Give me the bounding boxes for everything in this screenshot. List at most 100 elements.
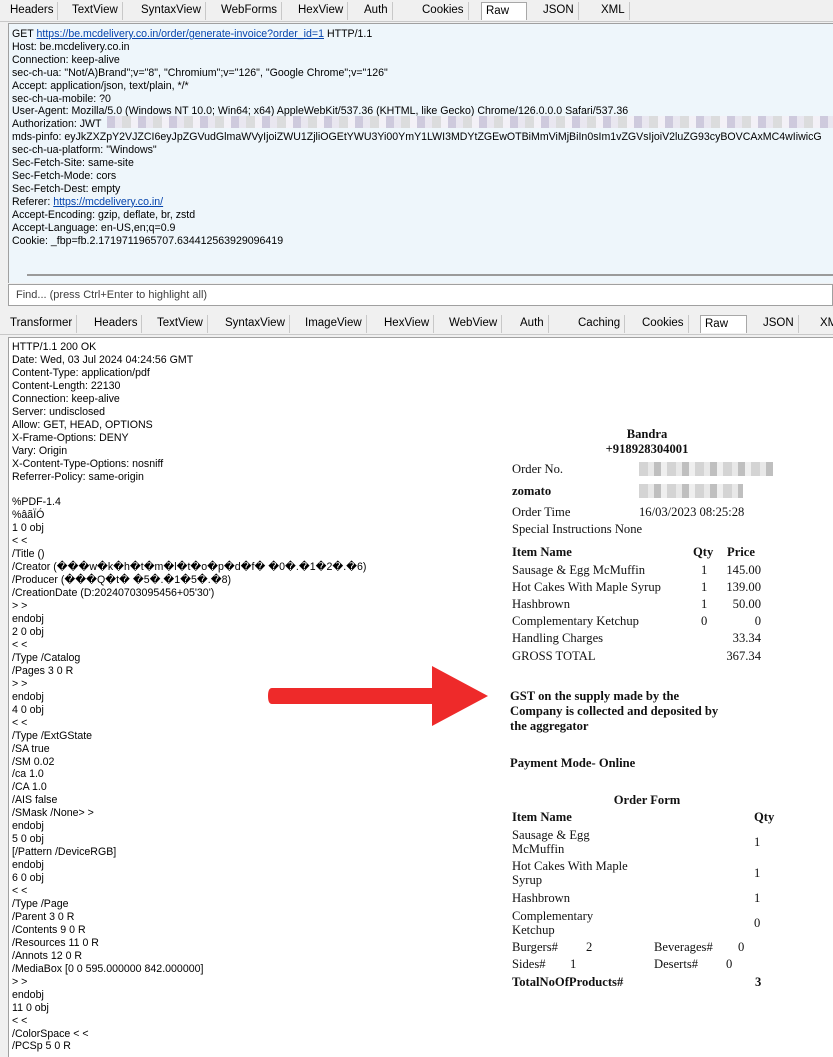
resp-tab-caching[interactable]: Caching	[574, 315, 626, 333]
response-line: /SM 0.02	[12, 755, 55, 768]
request-header-line: Accept-Encoding: gzip, deflate, br, zstd	[12, 208, 196, 221]
response-line: /CreationDate (D:20240703095456+05'30')	[12, 587, 215, 600]
items-header-price: Price	[727, 545, 755, 559]
req-tab-xml[interactable]: XML	[597, 2, 630, 20]
item-name: Hot Cakes With Maple Syrup	[512, 580, 661, 594]
resp-tab-imageview[interactable]: ImageView	[301, 315, 367, 333]
item-name: Hashbrown	[512, 597, 571, 611]
item-qty: 1	[701, 597, 708, 611]
response-line: X-Content-Type-Options: nosniff	[12, 457, 164, 470]
request-raw-pane[interactable]: GET https://be.mcdelivery.co.in/order/ge…	[8, 23, 833, 283]
resp-tab-xml[interactable]: XML	[816, 315, 833, 333]
resp-tab-raw[interactable]: Raw	[700, 315, 747, 333]
response-line: /SA true	[12, 742, 50, 755]
resp-tab-transformer[interactable]: Transformer	[6, 315, 78, 333]
item-price: 139.00	[726, 580, 761, 594]
gst-note: GST on the supply made by the	[510, 689, 680, 703]
request-header-line: sec-ch-ua-platform: "Windows"	[12, 144, 157, 157]
form-item-name: Ketchup	[512, 923, 555, 937]
response-line: 6 0 obj	[12, 872, 44, 885]
req-tab-hexview[interactable]: HexView	[294, 2, 349, 20]
gross-total-value: 367.34	[726, 649, 761, 663]
req-tab-auth[interactable]: Auth	[360, 2, 393, 20]
response-line: 4 0 obj	[12, 703, 44, 716]
request-header-line: Authorization: JWT	[12, 118, 102, 131]
req-tab-headers[interactable]: Headers	[6, 2, 59, 20]
response-line: endobj	[12, 859, 44, 872]
response-line: X-Frame-Options: DENY	[12, 431, 129, 444]
req-tab-cookies[interactable]: Cookies	[418, 2, 469, 20]
find-input[interactable]: Find... (press Ctrl+Enter to highlight a…	[8, 284, 833, 306]
resp-tab-webview[interactable]: WebView	[445, 315, 503, 333]
burgers-label: Burgers#	[512, 940, 558, 954]
request-url-link[interactable]: https://be.mcdelivery.co.in/order/genera…	[37, 28, 324, 40]
response-line: /Contents 9 0 R	[12, 923, 86, 936]
resp-tab-auth[interactable]: Auth	[516, 315, 549, 333]
response-line: Server: undisclosed	[12, 405, 106, 418]
resp-tab-hexview[interactable]: HexView	[380, 315, 435, 333]
req-tab-raw[interactable]: Raw	[481, 2, 527, 20]
request-header-line: Host: be.mcdelivery.co.in	[12, 40, 130, 53]
redacted-auth-token	[107, 116, 833, 128]
resp-tab-textview[interactable]: TextView	[153, 315, 208, 333]
item-price: 50.00	[732, 597, 761, 611]
response-line: /SMask /None> >	[12, 807, 94, 820]
req-tab-json[interactable]: JSON	[539, 2, 579, 20]
response-line: Allow: GET, HEAD, OPTIONS	[12, 418, 153, 431]
form-item-name: Sausage & Egg	[512, 828, 590, 842]
aggregator-name: zomato	[512, 484, 552, 498]
response-line: /Title ()	[12, 548, 45, 561]
deserts-label: Deserts#	[654, 957, 699, 971]
item-qty: 1	[701, 580, 708, 594]
store-phone: +918928304001	[605, 442, 689, 456]
response-line: 11 0 obj	[12, 1001, 49, 1014]
request-raw-text: GET https://be.mcdelivery.co.in/order/ge…	[12, 28, 822, 247]
response-line: Referrer-Policy: same-origin	[12, 470, 144, 483]
response-line: /Producer (���Q�t� �5�.�1�5�.�8)	[12, 574, 231, 587]
response-line: [/Pattern /DeviceRGB]	[12, 846, 117, 859]
resp-tab-headers[interactable]: Headers	[90, 315, 143, 333]
response-line: endobj	[12, 690, 44, 703]
burgers-count: 2	[586, 940, 593, 954]
response-line: 1 0 obj	[12, 522, 44, 535]
request-header-line: Accept-Language: en-US,en;q=0.9	[12, 221, 176, 234]
request-header-line: mds-pinfo: eyJkZXZpY2VJZCI6eyJpZGVudGlma…	[12, 131, 822, 144]
total-products-label: TotalNoOfProducts#	[512, 975, 624, 989]
response-line: endobj	[12, 613, 44, 626]
req-tab-textview[interactable]: TextView	[68, 2, 123, 20]
req-tab-syntaxview[interactable]: SyntaxView	[137, 2, 206, 20]
form-item-name: Complementary	[512, 909, 594, 923]
response-line: HTTP/1.1 200 OK	[12, 341, 97, 353]
response-line: %âãÏÓ	[12, 509, 45, 522]
request-horizontal-scrollbar[interactable]	[27, 274, 833, 276]
resp-tab-json[interactable]: JSON	[759, 315, 799, 333]
form-item-name: Syrup	[512, 873, 543, 887]
request-header-line: sec-ch-ua-mobile: ?0	[12, 92, 111, 105]
response-line: > >	[12, 677, 28, 690]
deserts-count: 0	[726, 957, 733, 971]
response-line: /ColorSpace < <	[12, 1027, 89, 1040]
form-item-name: McMuffin	[512, 842, 565, 856]
form-item-qty: 1	[754, 866, 761, 880]
response-line: /ca 1.0	[12, 768, 44, 781]
response-line: /PCSp 5 0 R	[12, 1040, 71, 1053]
total-products-value: 3	[755, 975, 762, 989]
item-name: Complementary Ketchup	[512, 614, 639, 628]
request-header-line: Sec-Fetch-Dest: empty	[12, 182, 121, 195]
resp-tab-cookies[interactable]: Cookies	[638, 315, 689, 333]
redacted-aggregator-id	[639, 484, 743, 498]
response-line: /Type /Page	[12, 897, 69, 910]
order-no-label: Order No.	[512, 462, 564, 476]
order-time-value: 16/03/2023 08:25:28	[639, 505, 745, 519]
response-line: > >	[12, 975, 28, 988]
response-tab-bar: Transformer Headers TextView SyntaxView …	[0, 313, 833, 335]
response-line: /MediaBox [0 0 595.000000 842.000000]	[12, 962, 204, 975]
response-line: < <	[12, 885, 28, 898]
payment-mode: Payment Mode- Online	[510, 756, 636, 770]
form-item-qty: 1	[754, 835, 761, 849]
req-tab-webforms[interactable]: WebForms	[217, 2, 283, 20]
response-line: Content-Length: 22130	[12, 379, 121, 392]
referer-link[interactable]: https://mcdelivery.co.in/	[53, 196, 163, 208]
item-price: 0	[754, 614, 761, 628]
resp-tab-syntaxview[interactable]: SyntaxView	[221, 315, 290, 333]
